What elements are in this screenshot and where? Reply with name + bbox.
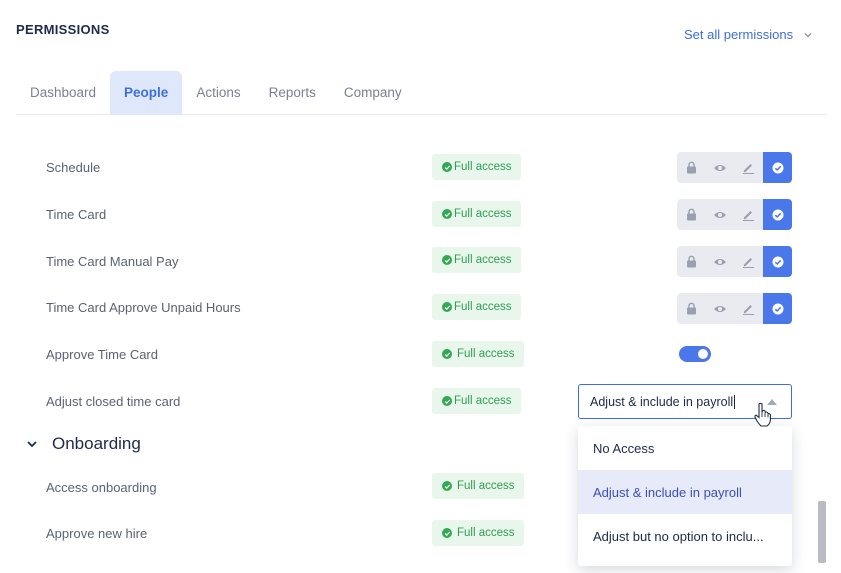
row-label-time-card-manual-pay: Time Card Manual Pay bbox=[46, 254, 179, 269]
check-circle-icon bbox=[772, 303, 784, 314]
check-circle-icon bbox=[772, 162, 784, 173]
no-access-button[interactable] bbox=[677, 293, 706, 324]
row-label-access-onboarding: Access onboarding bbox=[46, 480, 157, 495]
view-access-button[interactable] bbox=[706, 152, 735, 183]
view-access-button[interactable] bbox=[706, 293, 735, 324]
status-badge: Full access bbox=[432, 154, 521, 180]
view-access-button[interactable] bbox=[706, 246, 735, 277]
edit-access-button[interactable] bbox=[735, 199, 764, 230]
chevron-down-icon bbox=[804, 32, 812, 37]
eye-icon bbox=[714, 258, 727, 265]
no-access-button[interactable] bbox=[677, 246, 706, 277]
permission-level-selector bbox=[677, 293, 792, 324]
lock-icon bbox=[686, 302, 696, 315]
check-icon bbox=[442, 209, 452, 219]
pencil-icon bbox=[743, 258, 755, 268]
tab-people[interactable]: People bbox=[110, 71, 183, 114]
status-badge: Full access bbox=[432, 473, 524, 499]
lock-icon bbox=[686, 161, 696, 174]
row-label-approve-time-card: Approve Time Card bbox=[46, 347, 158, 362]
check-icon bbox=[442, 302, 452, 312]
check-icon bbox=[442, 162, 452, 172]
check-icon bbox=[442, 396, 452, 406]
row-label-adjust-closed-time-card: Adjust closed time card bbox=[46, 394, 181, 409]
check-icon bbox=[442, 528, 452, 538]
pencil-icon bbox=[743, 164, 755, 174]
pencil-icon bbox=[743, 211, 755, 221]
status-badge: Full access bbox=[432, 294, 521, 320]
text-cursor bbox=[734, 394, 736, 409]
row-label-time-card: Time Card bbox=[46, 207, 107, 222]
toggle-knob bbox=[698, 349, 708, 359]
check-icon bbox=[442, 349, 452, 359]
permission-level-selector bbox=[677, 246, 792, 277]
set-all-permissions-label: Set all permissions bbox=[684, 27, 794, 42]
check-icon bbox=[442, 481, 452, 491]
check-icon bbox=[442, 255, 452, 265]
eye-icon bbox=[714, 164, 727, 171]
section-title: Onboarding bbox=[52, 434, 141, 453]
no-access-button[interactable] bbox=[677, 152, 706, 183]
page-title: PERMISSIONS bbox=[16, 22, 110, 37]
check-circle-icon bbox=[772, 256, 784, 267]
lock-icon bbox=[686, 255, 696, 268]
dropdown-option-adjust-include[interactable]: Adjust & include in payroll bbox=[578, 470, 792, 514]
full-access-button[interactable] bbox=[763, 293, 792, 324]
set-all-permissions-button[interactable]: Set all permissions bbox=[684, 27, 813, 42]
status-badge: Full access bbox=[432, 520, 524, 546]
eye-icon bbox=[714, 211, 727, 218]
edit-access-button[interactable] bbox=[735, 152, 764, 183]
chevron-down-icon bbox=[27, 441, 37, 448]
badge-label: Full access bbox=[454, 254, 512, 266]
view-access-button[interactable] bbox=[706, 199, 735, 230]
status-badge: Full access bbox=[432, 388, 521, 414]
badge-label: Full access bbox=[454, 208, 512, 220]
permission-level-selector bbox=[677, 199, 792, 230]
row-label-time-card-approve-unpaid-hours: Time Card Approve Unpaid Hours bbox=[46, 300, 241, 315]
badge-label: Full access bbox=[454, 301, 512, 313]
full-access-button[interactable] bbox=[763, 246, 792, 277]
check-circle-icon bbox=[772, 209, 784, 220]
badge-label: Full access bbox=[457, 527, 515, 539]
eye-icon bbox=[714, 305, 727, 312]
edit-access-button[interactable] bbox=[735, 246, 764, 277]
select-value: Adjust & include in payroll bbox=[590, 394, 734, 409]
badge-label: Full access bbox=[457, 480, 515, 492]
status-badge: Full access bbox=[432, 201, 521, 227]
status-badge: Full access bbox=[432, 247, 521, 273]
select-dropdown-menu: No Access Adjust & include in payroll Ad… bbox=[578, 426, 792, 566]
dropdown-option-no-access[interactable]: No Access bbox=[578, 426, 792, 470]
dropdown-option-adjust-no-option[interactable]: Adjust but no option to inclu... bbox=[578, 514, 792, 558]
hand-pointer-cursor-icon bbox=[754, 402, 771, 427]
row-label-approve-new-hire: Approve new hire bbox=[46, 526, 148, 541]
lock-icon bbox=[686, 208, 696, 221]
badge-label: Full access bbox=[457, 348, 515, 360]
scrollbar-thumb[interactable] bbox=[818, 501, 826, 563]
edit-access-button[interactable] bbox=[735, 293, 764, 324]
full-access-button[interactable] bbox=[763, 152, 792, 183]
approve-time-card-toggle[interactable] bbox=[679, 346, 711, 362]
tab-bar: Dashboard People Actions Reports Company bbox=[16, 71, 826, 115]
tab-reports[interactable]: Reports bbox=[255, 71, 330, 114]
badge-label: Full access bbox=[454, 395, 512, 407]
status-badge: Full access bbox=[432, 341, 524, 367]
pencil-icon bbox=[743, 305, 755, 315]
tab-actions[interactable]: Actions bbox=[182, 71, 254, 114]
no-access-button[interactable] bbox=[677, 199, 706, 230]
permission-level-selector bbox=[677, 152, 792, 183]
row-label-schedule: Schedule bbox=[46, 160, 101, 175]
full-access-button[interactable] bbox=[763, 199, 792, 230]
section-header-onboarding[interactable]: Onboarding bbox=[26, 434, 141, 454]
tab-dashboard[interactable]: Dashboard bbox=[16, 71, 110, 114]
tab-company[interactable]: Company bbox=[330, 71, 416, 114]
badge-label: Full access bbox=[454, 161, 512, 173]
